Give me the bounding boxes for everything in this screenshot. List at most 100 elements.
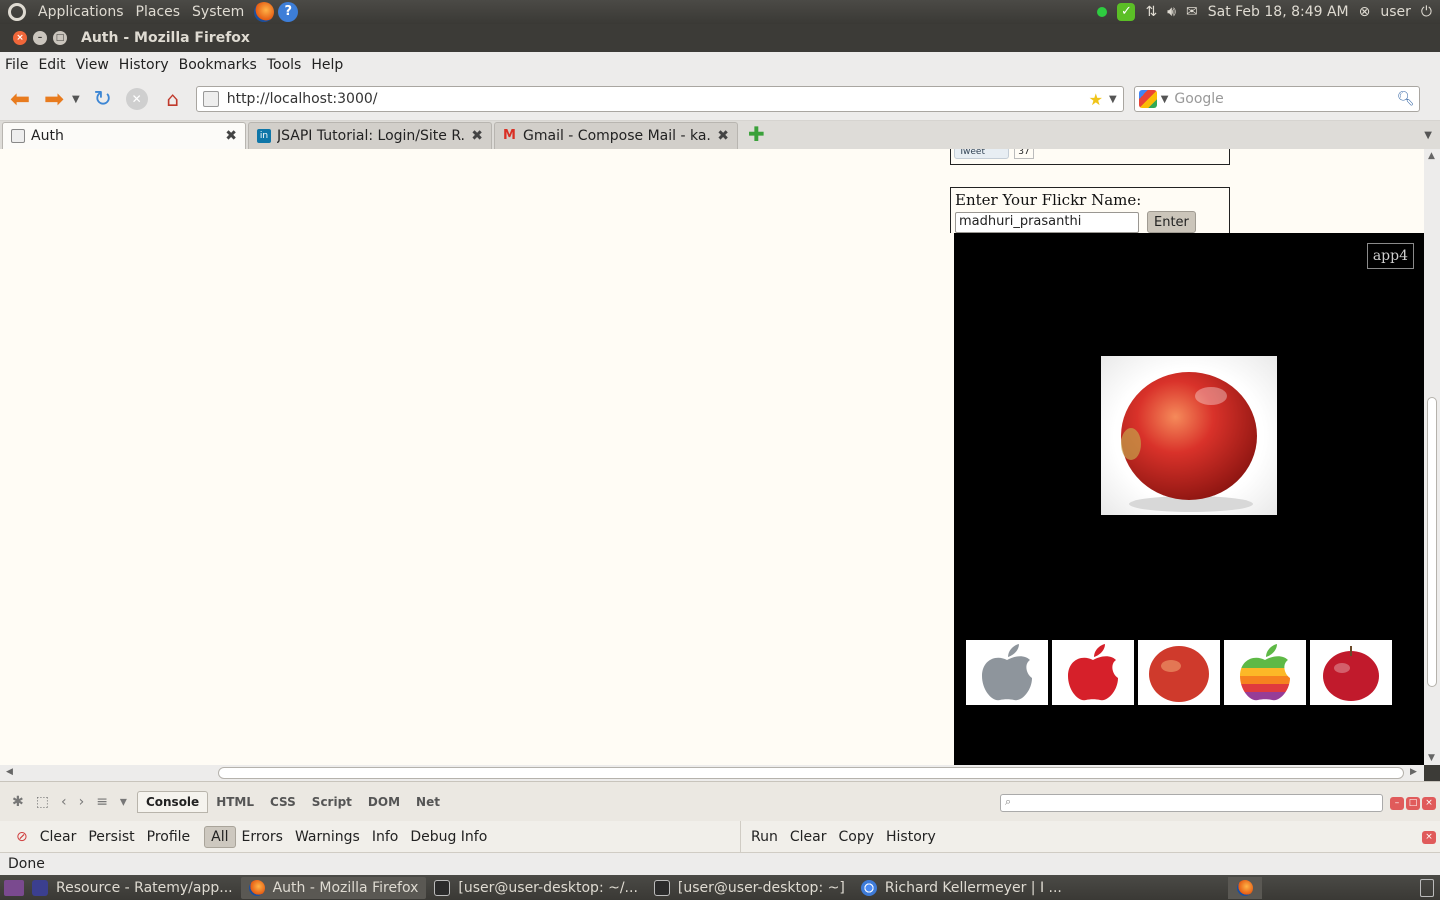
tab-close-icon[interactable]: ✖ [225,128,237,144]
tweet-button[interactable]: Tweet [954,149,1009,159]
tab-auth[interactable]: Auth ✖ [2,122,246,149]
console-profile-button[interactable]: Profile [141,827,197,847]
search-bar[interactable]: ▼ Google 🔍︎ [1133,86,1420,112]
copy-button[interactable]: Copy [832,827,880,847]
taskbar-item-firefox[interactable]: Auth - Mozilla Firefox [240,876,427,899]
firebug-menu-icon[interactable]: ✱ [12,794,24,810]
url-text[interactable]: http://localhost:3000/ [227,91,1089,107]
main-apple-photo[interactable] [1101,356,1277,515]
update-check-icon[interactable]: ✓ [1117,3,1136,21]
command-editor-close-button[interactable]: × [1422,831,1436,844]
thumbnail-rainbow-apple-logo[interactable] [1224,640,1306,705]
bookmark-star-icon[interactable]: ★ [1089,90,1103,109]
filter-debug-info[interactable]: Debug Info [404,827,493,847]
flickr-name-input[interactable]: madhuri_prasanthi [955,211,1139,233]
search-placeholder[interactable]: Google [1174,91,1397,107]
window-maximize-button[interactable]: □ [53,31,67,45]
horizontal-scrollbar[interactable]: ◀ ▶ [0,765,1424,781]
power-icon[interactable]: ⏻ [1421,4,1432,20]
menu-file[interactable]: File [0,57,33,73]
horizontal-scroll-thumb[interactable] [218,767,1404,779]
scroll-up-icon[interactable]: ▲ [1428,151,1435,161]
taskbar-item-chrome[interactable]: Richard Kellermeyer | I ... [853,877,1070,899]
menu-tools[interactable]: Tools [262,57,307,73]
window-minimize-button[interactable]: – [33,31,47,45]
firebug-tab-console[interactable]: Console [136,790,209,813]
google-engine-icon[interactable] [1138,90,1157,108]
system-menu[interactable]: System [186,4,250,20]
new-tab-icon[interactable]: ✚ [748,122,765,146]
firebug-tab-net[interactable]: Net [408,792,448,812]
filter-info[interactable]: Info [366,827,405,847]
volume-icon[interactable]: 🔊︎ [1167,4,1176,20]
firebug-tab-html[interactable]: HTML [208,792,262,812]
history-dropdown-icon[interactable]: ▼ [72,94,80,105]
firebug-tab-script[interactable]: Script [304,792,360,812]
thumbnail-red-apple-photo[interactable] [1138,640,1220,705]
firebug-minimize-button[interactable]: – [1390,797,1404,810]
engine-dropdown-icon[interactable]: ▼ [1161,94,1169,105]
scroll-left-icon[interactable]: ◀ [6,767,13,777]
tab-list-icon[interactable]: ▼ [1424,130,1432,141]
filter-errors[interactable]: Errors [236,827,289,847]
taskbar-item-terminal-1[interactable]: [user@user-desktop: ~/... [426,877,646,899]
scroll-right-icon[interactable]: ▶ [1410,767,1417,777]
stop-icon[interactable]: ✕ [125,88,148,110]
user-icon[interactable]: ⊗ [1359,4,1371,20]
trash-icon[interactable] [1419,878,1434,897]
panel-list-icon[interactable]: ≡ [96,794,108,810]
window-close-button[interactable]: × [13,31,27,45]
mail-icon[interactable]: ✉ [1186,4,1198,20]
firebug-close-button[interactable]: × [1422,797,1436,810]
firebug-detach-button[interactable]: □ [1406,797,1420,810]
cmd-clear-button[interactable]: Clear [784,827,833,847]
firebug-forward-icon[interactable]: › [79,794,85,810]
tab-jsapi-tutorial[interactable]: in JSAPI Tutorial: Login/Site R... ✖ [248,122,492,149]
taskbar-item-terminal-2[interactable]: [user@user-desktop: ~] [646,877,853,899]
firebug-search-input[interactable]: ⌕ [1000,794,1383,812]
site-identity-icon[interactable] [202,91,219,107]
inspect-icon[interactable]: ⬚ [36,794,49,810]
cmd-history-button[interactable]: History [880,827,942,847]
back-icon[interactable]: ⬅ [6,85,34,113]
places-menu[interactable]: Places [130,4,187,20]
network-icon[interactable]: ⇅ [1145,4,1157,20]
enter-button[interactable]: Enter [1147,211,1196,233]
run-button[interactable]: Run [745,827,784,847]
menu-view[interactable]: View [71,57,114,73]
forward-icon[interactable]: ➡ [40,85,68,113]
filter-all[interactable]: All [204,825,236,848]
vertical-scroll-thumb[interactable] [1427,397,1437,687]
taskbar-firefox-launcher[interactable] [1227,876,1262,899]
firebug-tab-css[interactable]: CSS [262,792,304,812]
console-persist-button[interactable]: Persist [82,827,140,847]
taskbar-item-resource[interactable]: Resource - Ratemy/app... [24,877,241,899]
menu-bookmarks[interactable]: Bookmarks [174,57,262,73]
tab-gmail[interactable]: M Gmail - Compose Mail - ka... ✖ [494,122,738,149]
show-desktop-icon[interactable] [4,879,24,896]
help-icon[interactable]: ? [278,2,299,22]
firebug-back-icon[interactable]: ‹ [61,794,67,810]
url-bar[interactable]: http://localhost:3000/ ★ ▼ [195,86,1124,112]
thumbnail-red-apple-photo-2[interactable] [1310,640,1392,705]
url-dropdown-icon[interactable]: ▼ [1109,94,1117,105]
vertical-scrollbar[interactable]: ▲ ▼ [1424,149,1440,765]
panel-dropdown-icon[interactable]: ▾ [120,794,127,810]
applications-menu[interactable]: Applications [32,4,130,20]
status-dot-icon[interactable] [1097,7,1108,17]
firefox-launcher-icon[interactable] [254,2,275,22]
user-menu[interactable]: user [1380,4,1411,20]
menu-edit[interactable]: Edit [33,57,70,73]
ubuntu-logo-icon[interactable] [8,3,26,21]
clock[interactable]: Sat Feb 18, 8:49 AM [1208,4,1349,20]
reload-icon[interactable]: ↻ [90,87,116,112]
filter-warnings[interactable]: Warnings [289,827,366,847]
tab-close-icon[interactable]: ✖ [471,128,483,144]
thumbnail-silver-apple-logo[interactable] [966,640,1048,705]
firebug-tab-dom[interactable]: DOM [360,792,408,812]
home-icon[interactable]: ⌂ [160,87,186,111]
scroll-down-icon[interactable]: ▼ [1428,753,1435,763]
menu-history[interactable]: History [114,57,174,73]
clear-console-icon[interactable]: ⊘ [10,827,34,847]
menu-help[interactable]: Help [306,57,348,73]
